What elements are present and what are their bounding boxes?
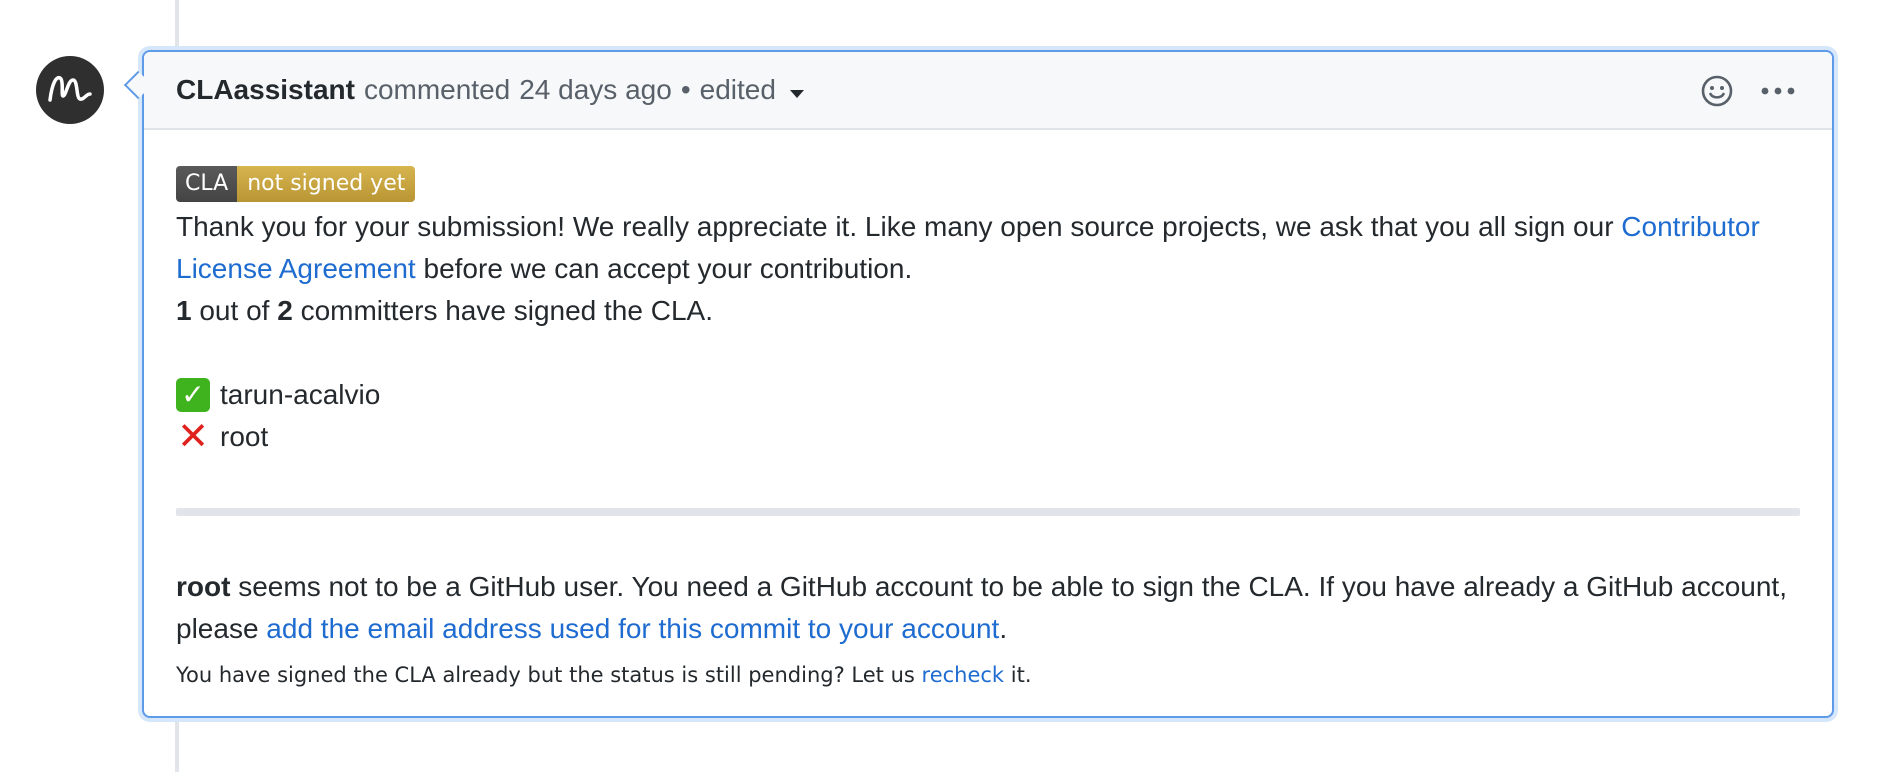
pending-end: it. (1010, 663, 1032, 687)
notice-paragraph: root seems not to be a GitHub user. You … (176, 566, 1800, 650)
author-avatar[interactable] (36, 56, 104, 124)
comment-body: CLA not signed yet Thank you for your su… (144, 130, 1832, 690)
cla-status-badge[interactable]: CLA not signed yet (176, 166, 416, 202)
header-separator: • (680, 74, 691, 105)
signer-list: ✓ tarun-acalvio ✕ root (176, 374, 1800, 458)
intro-text: Thank you for your submission! We really… (176, 211, 1614, 242)
intro-suffix: before we can accept your contribution. (423, 253, 913, 284)
kebab-horizontal-icon (1761, 87, 1795, 95)
recheck-link[interactable]: recheck (922, 663, 1005, 687)
claassistant-logo-icon (48, 75, 92, 102)
badge-label: CLA (176, 166, 238, 202)
comment-header: CLAassistant commented 24 days ago • edi… (144, 52, 1832, 130)
count-suffix: committers have signed the CLA. (300, 295, 713, 326)
signer-item: ✕ root (176, 416, 1800, 458)
smiley-icon (1701, 75, 1733, 107)
notice-user: root (176, 571, 231, 602)
intro-paragraph: Thank you for your submission! We really… (176, 206, 1800, 332)
add-reaction-button[interactable] (1700, 74, 1734, 108)
signer-name: root (220, 421, 269, 452)
check-mark-icon: ✓ (176, 378, 210, 412)
edited-dropdown[interactable]: edited (700, 74, 776, 106)
add-email-link[interactable]: add the email address used for this comm… (266, 613, 999, 644)
comment-timestamp[interactable]: 24 days ago (519, 74, 672, 106)
comment-box: CLAassistant commented 24 days ago • edi… (142, 50, 1834, 718)
comment-author[interactable]: CLAassistant (176, 74, 355, 106)
divider (176, 508, 1800, 516)
more-options-button[interactable] (1760, 86, 1796, 96)
pending-paragraph: You have signed the CLA already but the … (176, 660, 1800, 690)
chevron-down-icon[interactable] (789, 90, 804, 98)
badge-status: not signed yet (237, 166, 416, 202)
pending-text: You have signed the CLA already but the … (176, 663, 915, 687)
signer-name: tarun-acalvio (220, 379, 381, 410)
signer-item: ✓ tarun-acalvio (176, 374, 1800, 416)
notice-end: . (999, 613, 1008, 644)
out-of-text: out of (199, 295, 270, 326)
signed-count: 1 (176, 295, 192, 326)
comment-action: commented (363, 74, 511, 105)
header-actions (1700, 52, 1796, 130)
cross-mark-icon: ✕ (177, 416, 209, 458)
total-count: 2 (277, 295, 293, 326)
